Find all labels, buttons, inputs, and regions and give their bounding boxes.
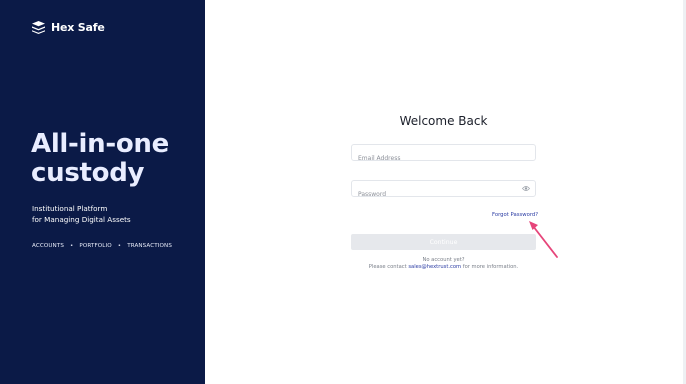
annotation-arrow-icon	[529, 221, 558, 258]
email-input[interactable]	[352, 151, 508, 166]
no-account-text: No account yet?	[422, 257, 465, 263]
separator-dot: •	[70, 243, 74, 249]
brand-name: Hex Safe	[51, 21, 105, 34]
password-field[interactable]	[351, 180, 536, 202]
feature-portfolio: PORTFOLIO	[79, 243, 112, 249]
feature-accounts: ACCOUNTS	[32, 243, 64, 249]
separator-dot: •	[117, 243, 122, 249]
brand-panel: Hex Safe All-in-one custody Institutiona…	[0, 0, 205, 384]
contact-text: Please contact sales@hextrust.com for mo…	[300, 264, 587, 270]
hero-subtitle-line-1: Institutional Platform	[32, 204, 108, 213]
brand-logo[interactable]: Hex Safe	[31, 21, 105, 34]
hero-title-line-2: custody	[31, 158, 145, 188]
contact-suffix: for more information.	[461, 264, 519, 270]
hero-title: All-in-one custody	[31, 130, 201, 188]
hero-subtitle: Institutional Platform for Managing Digi…	[32, 204, 131, 225]
eye-icon[interactable]	[522, 185, 530, 192]
password-input[interactable]	[352, 187, 508, 202]
hexsafe-logo-icon	[32, 21, 45, 34]
hero-subtitle-line-2: for Managing Digital Assets	[32, 214, 131, 224]
contact-email-link[interactable]: sales@hextrust.com	[408, 264, 461, 270]
feature-list: ACCOUNTS • PORTFOLIO • TRANSACTIONS	[32, 243, 172, 249]
hero-title-line-1: All-in-one	[31, 129, 169, 159]
welcome-heading: Welcome Back	[399, 114, 488, 128]
contact-prefix: Please contact	[368, 264, 409, 270]
feature-transactions: TRANSACTIONS	[127, 243, 172, 249]
email-field[interactable]	[351, 144, 536, 166]
continue-button[interactable]: Continue	[351, 234, 536, 250]
